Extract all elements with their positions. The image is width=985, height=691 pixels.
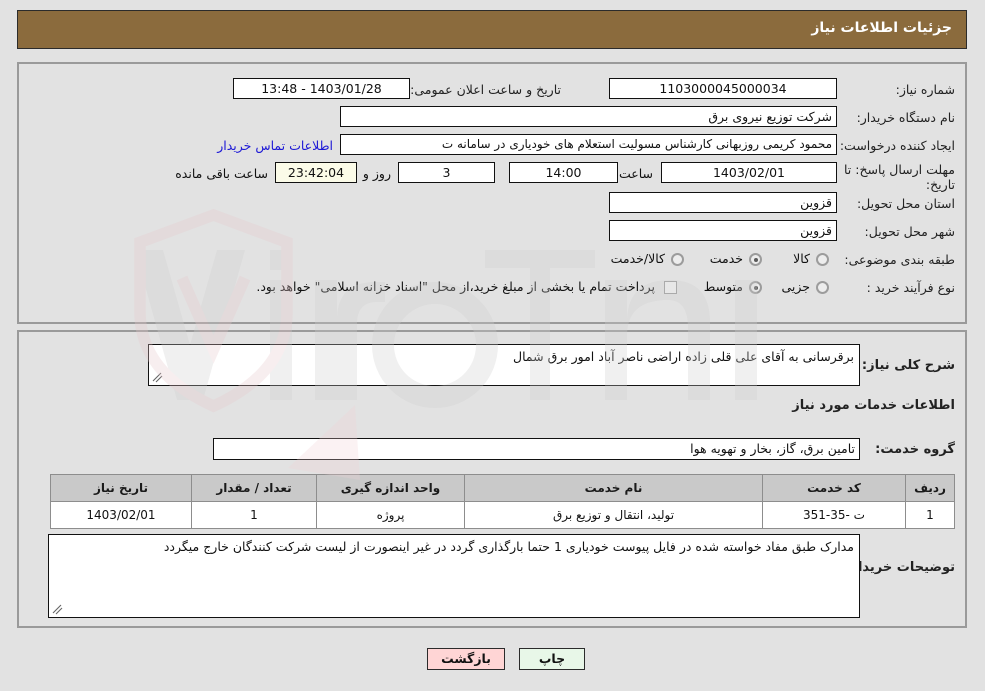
radio-process-minor-label: جزیی	[781, 279, 810, 294]
announce-value: 1403/01/28 - 13:48	[233, 78, 410, 99]
treasury-checkbox[interactable]	[664, 281, 677, 294]
col-row: ردیف	[905, 474, 955, 502]
service-group-label: گروه خدمت:	[875, 442, 955, 457]
col-unit: واحد اندازه گیری	[316, 474, 465, 502]
remaining-suffix: ساعت باقی مانده	[175, 166, 268, 181]
deadline-time: 14:00	[509, 162, 618, 183]
need-number-label: شماره نیاز:	[895, 82, 955, 97]
creator-value: محمود کریمی روزبهانی کارشناس مسولیت استع…	[340, 134, 837, 155]
radio-category-goods-service[interactable]	[671, 253, 684, 266]
buyer-org-label: نام دستگاه خریدار:	[856, 110, 955, 125]
radio-category-goods-service-label: کالا/خدمت	[610, 251, 665, 266]
remaining-days: 3	[398, 162, 495, 183]
cell-code: ت -35-351	[762, 501, 906, 529]
buyer-notes-label: توضیحات خریدار:	[845, 560, 955, 575]
announce-label: تاریخ و ساعت اعلان عمومی:	[410, 82, 561, 97]
need-desc-label: شرح کلی نیاز:	[861, 358, 955, 373]
remaining-time: 23:42:04	[275, 162, 357, 183]
resize-grip-icon[interactable]	[52, 604, 63, 615]
need-summary-panel: شماره نیاز: 1103000045000034 تاریخ و ساع…	[17, 62, 967, 324]
cell-date: 1403/02/01	[50, 501, 192, 529]
resize-grip-icon[interactable]	[152, 372, 163, 383]
radio-category-goods-label: کالا	[793, 251, 810, 266]
radio-category-service-label: خدمت	[709, 251, 743, 266]
need-number-value: 1103000045000034	[609, 78, 837, 99]
city-label: شهر محل تحویل:	[864, 224, 955, 239]
page-header-bar: جزئیات اطلاعات نیاز	[17, 10, 967, 49]
days-and-label: روز و	[362, 166, 391, 181]
table-row: 1 ت -35-351 تولید، انتقال و توزیع برق پر…	[50, 501, 955, 529]
radio-category-service[interactable]	[749, 253, 762, 266]
need-details-panel: شرح کلی نیاز: برقرسانی به آقای علی قلی ز…	[17, 330, 967, 628]
buyer-contact-link[interactable]: اطلاعات تماس خریدار	[217, 138, 333, 153]
cell-name: تولید، انتقال و توزیع برق	[464, 501, 763, 529]
services-table: ردیف کد خدمت نام خدمت واحد اندازه گیری ت…	[50, 474, 955, 529]
tender-details-page: جزئیات اطلاعات نیاز شماره نیاز: 11030000…	[0, 0, 985, 691]
print-button[interactable]: چاپ	[519, 648, 585, 670]
cell-qty: 1	[191, 501, 317, 529]
need-desc-value: برقرسانی به آقای علی قلی زاده اراضی ناصر…	[513, 349, 854, 364]
city-value: قزوین	[609, 220, 837, 241]
category-label: طبقه بندی موضوعی:	[844, 252, 955, 267]
col-date: تاریخ نیاز	[50, 474, 192, 502]
hour-label: ساعت	[618, 166, 653, 181]
radio-category-goods[interactable]	[816, 253, 829, 266]
cell-unit: پروژه	[316, 501, 465, 529]
buyer-notes-value: مدارک طبق مفاد خواسته شده در فایل پیوست …	[163, 539, 854, 554]
radio-process-medium[interactable]	[749, 281, 762, 294]
deadline-label: مهلت ارسال پاسخ: تا تاریخ:	[844, 162, 955, 192]
radio-process-medium-label: متوسط	[703, 279, 743, 294]
service-group-value: تامین برق، گاز، بخار و تهویه هوا	[213, 438, 860, 460]
services-heading: اطلاعات خدمات مورد نیاز	[792, 398, 955, 413]
cell-row: 1	[905, 501, 955, 529]
process-label: نوع فرآیند خرید :	[866, 280, 955, 295]
buyer-notes-box[interactable]: مدارک طبق مفاد خواسته شده در فایل پیوست …	[48, 534, 860, 618]
treasury-note: پرداخت تمام یا بخشی از مبلغ خرید،از محل …	[256, 279, 655, 294]
col-name: نام خدمت	[464, 474, 763, 502]
radio-process-minor[interactable]	[816, 281, 829, 294]
table-header-row: ردیف کد خدمت نام خدمت واحد اندازه گیری ت…	[50, 474, 955, 502]
need-desc-value-box[interactable]: برقرسانی به آقای علی قلی زاده اراضی ناصر…	[148, 344, 860, 386]
province-value: قزوین	[609, 192, 837, 213]
page-title: جزئیات اطلاعات نیاز	[811, 20, 952, 36]
col-code: کد خدمت	[762, 474, 906, 502]
buyer-org-value: شرکت توزیع نیروی برق	[340, 106, 837, 127]
back-button[interactable]: بازگشت	[427, 648, 505, 670]
creator-label: ایجاد کننده درخواست:	[839, 138, 955, 153]
deadline-date: 1403/02/01	[661, 162, 837, 183]
col-qty: تعداد / مقدار	[191, 474, 317, 502]
province-label: استان محل تحویل:	[856, 196, 955, 211]
